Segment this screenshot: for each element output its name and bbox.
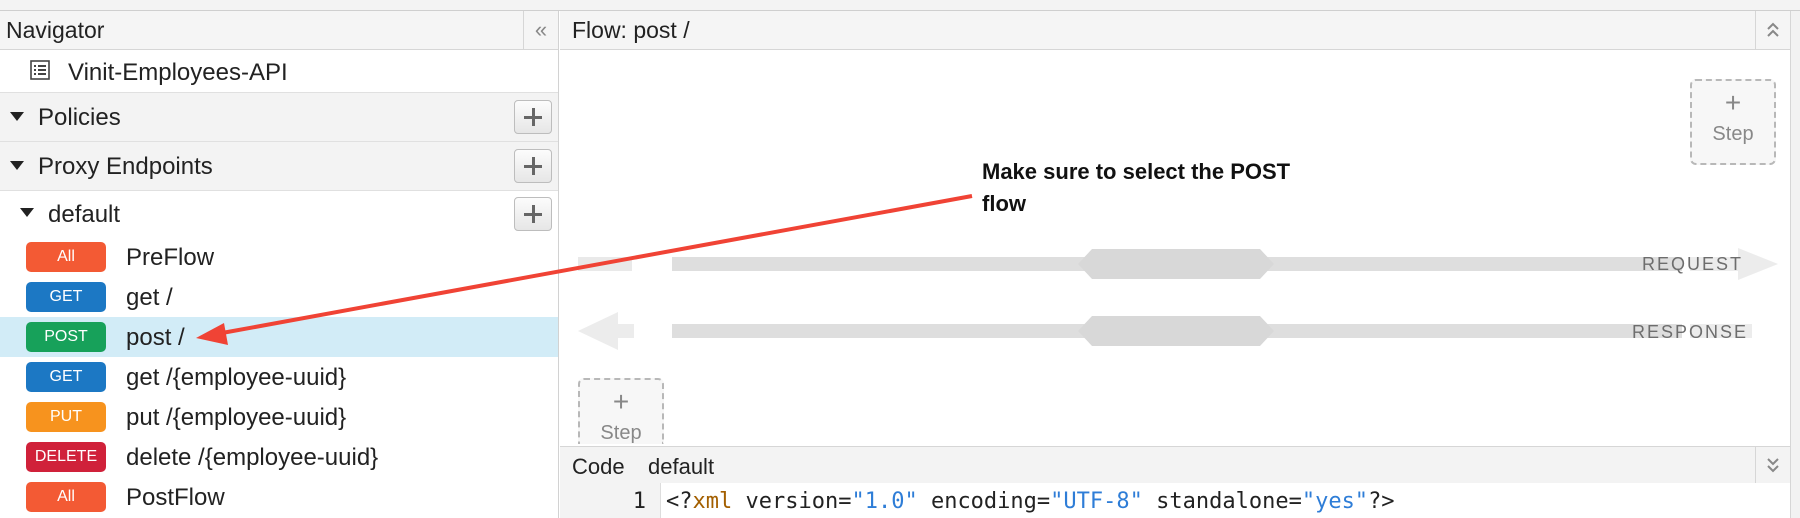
method-badge: GET: [26, 282, 106, 312]
api-proxy-name: Vinit-Employees-API: [68, 59, 288, 86]
code-token: standalone=: [1142, 489, 1302, 514]
line-number: 1: [632, 489, 646, 514]
response-arrow-icon: [578, 312, 618, 350]
flow-panel: Flow: post / REQUEST RESPONSE + Step + S…: [560, 11, 1790, 445]
flow-label: get /: [126, 284, 173, 311]
flow-label: delete /{employee-uuid}: [126, 444, 379, 471]
double-chevron-left-icon: «: [534, 17, 548, 42]
code-token: "1.0": [851, 489, 918, 514]
caret-down-icon: [10, 112, 24, 121]
code-editor[interactable]: 1 <?xml version="1.0" encoding="UTF-8" s…: [560, 483, 1790, 518]
flow-item-postflow[interactable]: All PostFlow: [0, 477, 558, 517]
section-proxy-endpoints-label: Proxy Endpoints: [38, 153, 213, 180]
code-token: xml: [692, 489, 733, 514]
navigator-header: Navigator «: [0, 11, 558, 50]
annotation-text: Make sure to select the POST flow: [982, 156, 1362, 220]
code-token: ?>: [1368, 489, 1395, 514]
method-badge: POST: [26, 322, 106, 352]
flow-header: Flow: post /: [560, 11, 1790, 50]
response-label-shape: [1078, 316, 1274, 346]
code-header: Code default: [560, 446, 1790, 484]
collapse-flow-button[interactable]: [1755, 11, 1790, 49]
flow-label: get /{employee-uuid}: [126, 364, 347, 391]
method-badge: All: [26, 482, 106, 512]
code-tab-default[interactable]: default: [648, 454, 714, 480]
request-arrow-icon: [1738, 248, 1778, 280]
flow-item-preflow[interactable]: All PreFlow: [0, 237, 558, 277]
plus-icon: +: [1724, 87, 1742, 118]
document-list-icon: [30, 60, 50, 80]
endpoint-default-label: default: [48, 201, 121, 228]
flow-item-delete-employee[interactable]: DELETE delete /{employee-uuid}: [0, 437, 558, 477]
flow-label: PreFlow: [126, 244, 215, 271]
flow-item-post[interactable]: POST post /: [0, 317, 558, 357]
annotation-line-2: flow: [982, 191, 1026, 216]
section-policies[interactable]: Policies: [0, 92, 558, 141]
method-badge: DELETE: [26, 442, 106, 472]
line-gutter: 1: [560, 483, 661, 518]
endpoint-default[interactable]: default: [0, 190, 558, 237]
request-label: REQUEST: [1642, 254, 1744, 274]
method-badge: GET: [26, 362, 106, 392]
code-token: version=: [732, 489, 852, 514]
caret-down-icon: [10, 161, 24, 170]
flow-item-get[interactable]: GET get /: [0, 277, 558, 317]
flow-label: PostFlow: [126, 484, 225, 511]
add-proxy-endpoint-button[interactable]: [514, 149, 552, 183]
add-flow-button[interactable]: [514, 197, 552, 231]
double-chevron-up-icon: [1767, 22, 1779, 37]
code-token: <?: [666, 489, 693, 514]
section-policies-label: Policies: [38, 104, 121, 131]
add-response-step-button[interactable]: + Step: [578, 378, 664, 444]
flow-diagram: [578, 248, 1778, 350]
request-label-shape: [1078, 249, 1274, 279]
flow-label: put /{employee-uuid}: [126, 404, 347, 431]
section-proxy-endpoints[interactable]: Proxy Endpoints: [0, 141, 558, 190]
step-label: Step: [1712, 123, 1754, 145]
navigator-title: Navigator: [6, 17, 105, 43]
code-token: "UTF-8": [1050, 489, 1143, 514]
expand-code-button[interactable]: [1755, 447, 1790, 483]
step-label: Step: [600, 422, 642, 444]
flow-item-put-employee[interactable]: PUT put /{employee-uuid}: [0, 397, 558, 437]
add-policy-button[interactable]: [514, 100, 552, 134]
code-token: encoding=: [917, 489, 1051, 514]
response-label: RESPONSE: [1632, 322, 1749, 342]
add-request-step-button[interactable]: + Step: [1690, 79, 1776, 165]
flow-title: Flow: post /: [572, 17, 690, 43]
navigator-panel: Navigator « Vinit-Employees-API Policies…: [0, 11, 559, 518]
code-token: "yes": [1301, 489, 1369, 514]
plus-icon: +: [612, 386, 630, 417]
double-chevron-down-icon: [1767, 458, 1779, 473]
code-line-1[interactable]: <?xml version="1.0" encoding="UTF-8" sta…: [666, 489, 1395, 514]
code-label: Code: [572, 454, 625, 479]
collapse-navigator-button[interactable]: «: [523, 11, 558, 49]
top-strip: [0, 0, 1800, 11]
flow-item-get-employee[interactable]: GET get /{employee-uuid}: [0, 357, 558, 397]
right-scrollbar[interactable]: [1790, 11, 1800, 518]
caret-down-icon: [20, 208, 34, 217]
flow-label: post /: [126, 324, 185, 351]
request-lane-start: [578, 257, 632, 271]
api-proxy-item[interactable]: Vinit-Employees-API: [0, 50, 558, 92]
method-badge: All: [26, 242, 106, 272]
annotation-line-1: Make sure to select the POST: [982, 159, 1291, 184]
method-badge: PUT: [26, 402, 106, 432]
